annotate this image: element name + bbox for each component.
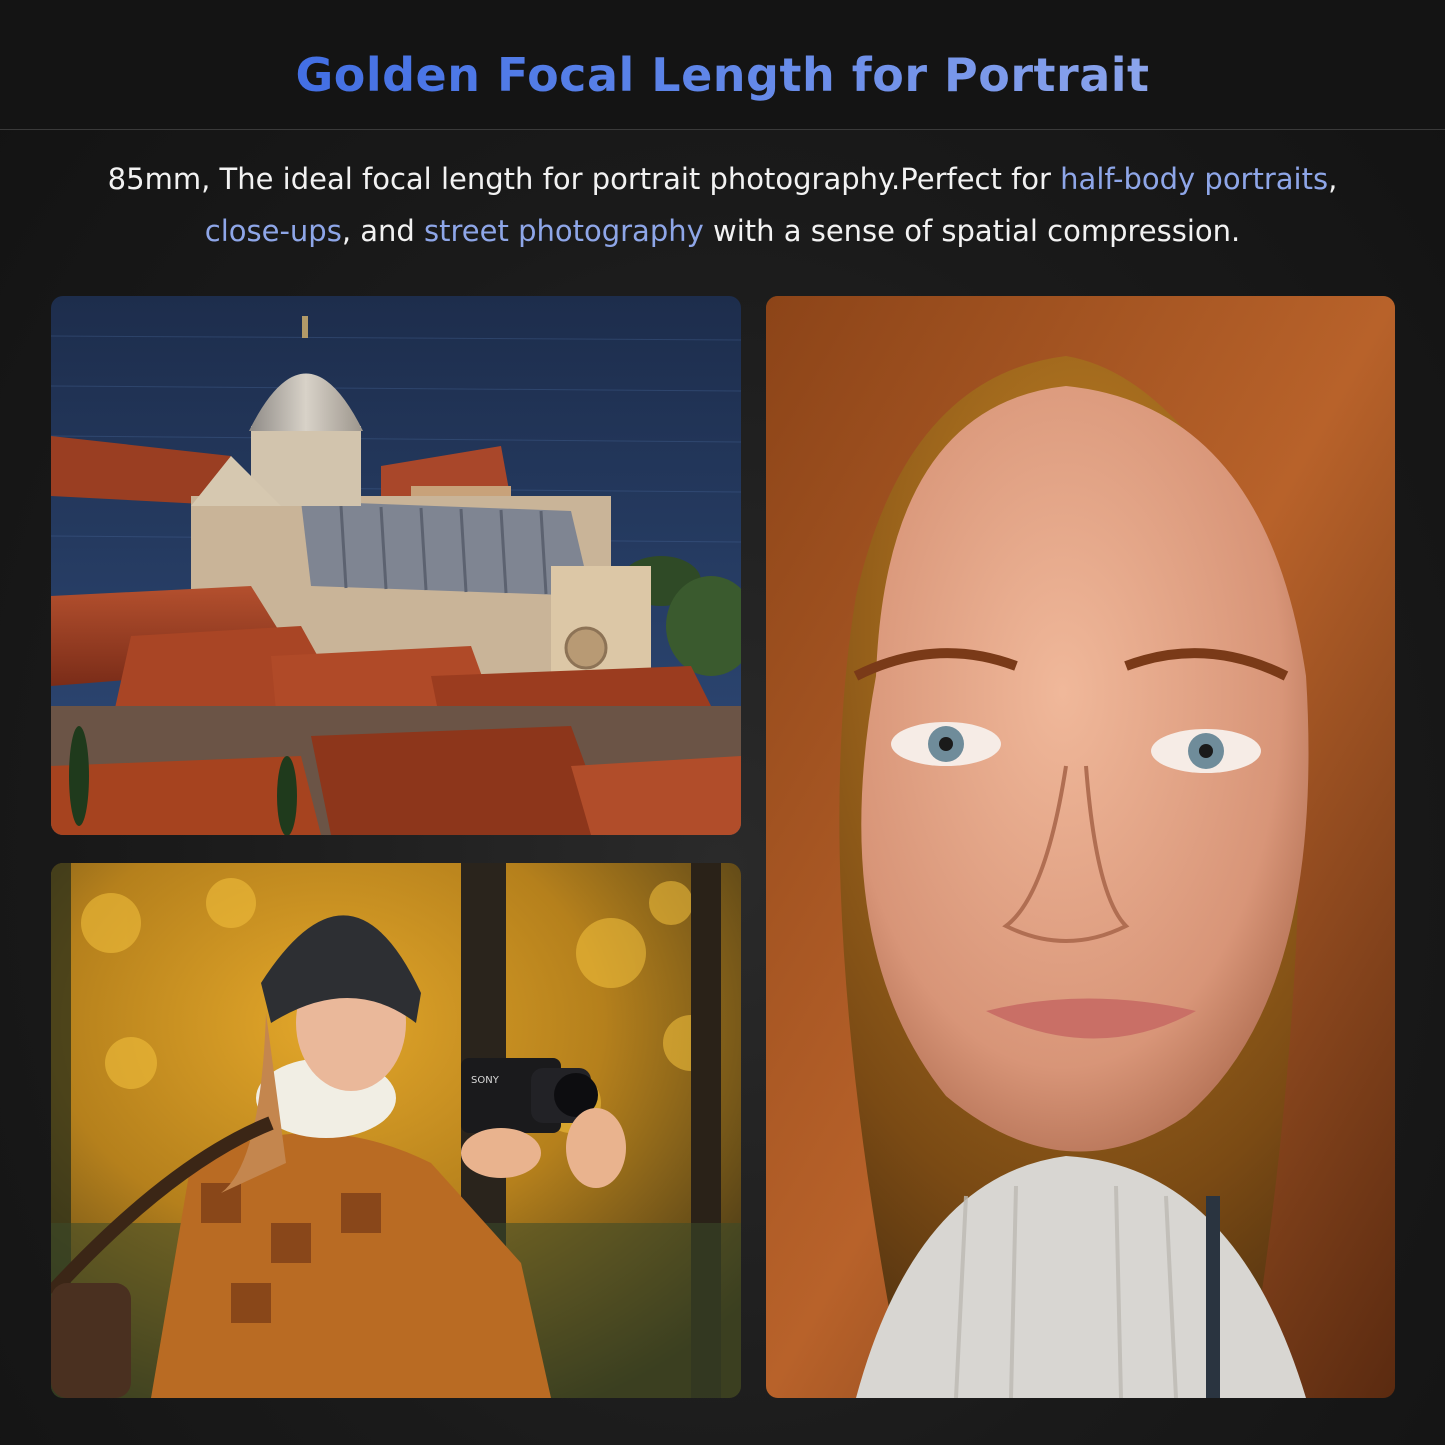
portrait-photo: [766, 296, 1395, 1398]
cathedral-photo: [51, 296, 741, 835]
description-part-4: with a sense of spatial compression.: [703, 214, 1241, 248]
highlight-close-ups: close-ups: [204, 214, 342, 248]
highlight-half-body-portraits: half-body portraits: [1060, 162, 1329, 196]
product-page: Golden Focal Length for Portrait 85mm, T…: [0, 0, 1445, 1445]
camera-brand-label: SONY: [471, 1075, 500, 1086]
description-part-1: 85mm, The ideal focal length for portrai…: [107, 162, 1061, 196]
photographer-photo: SONY: [51, 863, 741, 1398]
highlight-street-photography: street photography: [424, 214, 704, 248]
description-part-3: , and: [341, 214, 425, 248]
page-title: Golden Focal Length for Portrait: [0, 40, 1445, 110]
description-text: 85mm, The ideal focal length for portrai…: [40, 153, 1405, 257]
description-part-2: ,: [1328, 162, 1338, 196]
